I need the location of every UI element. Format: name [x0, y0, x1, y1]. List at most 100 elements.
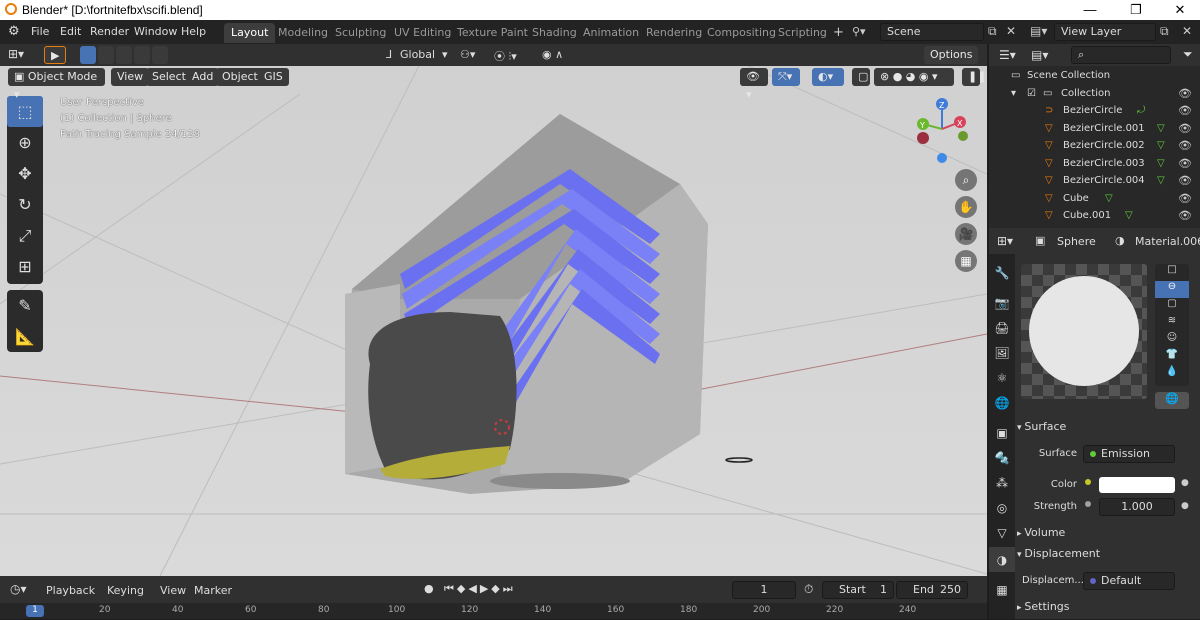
mesh-data-icon[interactable]: ▽ [1157, 123, 1165, 134]
tab-animation[interactable]: Animation [576, 23, 646, 43]
mode-dropdown[interactable]: ▣ Object Mode ▾ [8, 68, 105, 101]
menu-view[interactable]: View [111, 68, 150, 86]
volume-section-header[interactable]: ▸ Volume [1017, 526, 1189, 546]
hair-preview-icon[interactable]: ≋ [1155, 315, 1189, 332]
object-data-tab-icon[interactable]: ▽ [989, 520, 1015, 545]
menu-window[interactable]: Window [134, 25, 177, 38]
outliner-scene-collection[interactable]: ▭ Scene Collection [989, 68, 1200, 86]
snap-icon[interactable]: ⦿ ⫶▾ [494, 48, 517, 64]
new-selection-icon[interactable] [80, 46, 96, 64]
pan-view-icon[interactable]: ✋ [955, 196, 977, 218]
scene-selector-icon[interactable]: ⚲▾ [852, 25, 866, 38]
outliner-item[interactable]: ▽ BezierCircle.004 ▽ 👁 [989, 173, 1200, 191]
filter-icon[interactable]: ⏷ [1183, 47, 1193, 62]
menu-help[interactable]: Help [181, 25, 206, 38]
stopwatch-icon[interactable]: ⏱ [804, 582, 813, 597]
outliner-collection[interactable]: ▾ ☑ ▭ Collection 👁 [989, 86, 1200, 104]
mesh-data-icon[interactable]: ▽ [1157, 158, 1165, 169]
outliner-item[interactable]: ▽ Cube ▽ 👁 [989, 191, 1200, 209]
outliner-item[interactable]: ▽ BezierCircle.001 ▽ 👁 [989, 121, 1200, 139]
measure-tool-icon[interactable]: 📐 [7, 321, 43, 352]
render-tab-icon[interactable]: 📷 [989, 290, 1015, 315]
menu-keying[interactable]: Keying [107, 584, 144, 597]
menu-gis[interactable]: GIS [258, 68, 289, 86]
3d-viewport[interactable]: User Perspective (1) Collection | Sphere… [0, 44, 987, 576]
mesh-data-icon[interactable]: ▽ [1157, 140, 1165, 151]
menu-object[interactable]: Object [216, 68, 264, 86]
outliner-item[interactable]: ⊃ BezierCircle ⤾ 👁 [989, 103, 1200, 121]
select-box-tool-icon[interactable]: ⬚ [7, 96, 43, 127]
overlay-toggle-icon[interactable]: ◐▾ [812, 68, 844, 86]
world-preview-icon[interactable]: 🌐 [1155, 392, 1189, 409]
displacement-dropdown[interactable]: Default [1083, 572, 1175, 590]
displacement-section-header[interactable]: ▾ Displacement [1017, 547, 1189, 567]
eye-icon[interactable]: 👁 [1178, 122, 1192, 135]
invert-selection-icon[interactable] [134, 46, 150, 64]
monkey-preview-icon[interactable]: ☺ [1155, 332, 1189, 349]
menu-view[interactable]: View [160, 584, 186, 597]
blender-menu-icon[interactable]: ⚙ [8, 24, 20, 39]
mesh-data-icon[interactable]: ▽ [1157, 175, 1165, 186]
current-frame-field[interactable]: 1 [732, 581, 796, 599]
eye-icon[interactable]: 👁 [1178, 192, 1192, 205]
texture-tab-icon[interactable]: ▦ [989, 577, 1015, 602]
tab-layout[interactable]: Layout [224, 23, 276, 43]
visibility-icon[interactable]: 👁▾ [740, 68, 768, 101]
shading-modes[interactable]: ⊗ ● ◕ ◉ ▾ [874, 68, 954, 86]
scene-name-field[interactable]: Scene [880, 23, 984, 41]
pivot-point-icon[interactable]: ⚇▾ [460, 48, 475, 61]
gizmo-toggle-icon[interactable]: ⤧▾ [772, 68, 800, 86]
particles-tab-icon[interactable]: ⁂ [989, 470, 1015, 495]
eye-icon[interactable]: 👁 [1178, 139, 1192, 152]
select-mode-icon[interactable]: ▶ [44, 46, 66, 64]
delete-scene-icon[interactable]: ✕ [1006, 24, 1016, 38]
zoom-view-icon[interactable]: ⌕ [955, 169, 977, 191]
curve-data-icon[interactable]: ⤾ [1137, 105, 1145, 116]
keyframe-dot-icon[interactable]: ● [1181, 478, 1189, 488]
pause-render-icon[interactable]: ❚❚ [962, 68, 986, 86]
new-view-layer-icon[interactable]: ⧉ [1160, 24, 1169, 39]
scene-tab-icon[interactable]: ⚛ [989, 365, 1015, 390]
delete-view-layer-icon[interactable]: ✕ [1182, 24, 1192, 38]
material-tab-icon[interactable]: ◑ [989, 547, 1015, 572]
world-tab-icon[interactable]: 🌐 [989, 390, 1015, 415]
menu-add[interactable]: Add [186, 68, 220, 86]
properties-editor-type-icon[interactable]: ⊞▾ [997, 234, 1013, 248]
rotate-tool-icon[interactable]: ↻ [7, 189, 43, 220]
end-frame-field[interactable]: End 250 [896, 581, 968, 599]
mesh-data-icon[interactable]: ▽ [1125, 210, 1133, 221]
tab-sculpting[interactable]: Sculpting [328, 23, 393, 43]
surface-shader-dropdown[interactable]: Emission [1083, 445, 1175, 463]
color-socket-icon[interactable] [1085, 479, 1091, 485]
cursor-tool-icon[interactable]: ⊕ [7, 127, 43, 158]
options-dropdown[interactable]: Options [924, 46, 979, 64]
playback-controls[interactable]: ⏮◆◀▶◆⏭ [444, 582, 516, 596]
add-workspace-button[interactable]: + [826, 23, 851, 43]
outliner-item[interactable]: ▽ BezierCircle.003 ▽ 👁 [989, 156, 1200, 174]
outliner-search-input[interactable]: ⌕ [1071, 46, 1171, 64]
flat-preview-icon[interactable]: □ [1155, 264, 1189, 281]
mesh-data-icon[interactable]: ▽ [1105, 193, 1113, 204]
navigation-gizmo[interactable]: Z Y X [905, 94, 975, 166]
menu-playback[interactable]: Playback [46, 584, 95, 597]
physics-tab-icon[interactable]: ◎ [989, 495, 1015, 520]
tab-modeling[interactable]: Modeling [271, 23, 335, 43]
scale-tool-icon[interactable]: ⤢ [7, 220, 43, 251]
extend-selection-icon[interactable] [98, 46, 114, 64]
new-scene-icon[interactable]: ⧉ [988, 24, 997, 39]
tab-shading[interactable]: Shading [525, 23, 584, 43]
sphere-preview-icon[interactable]: ⊖ [1155, 281, 1189, 298]
menu-render[interactable]: Render [90, 25, 129, 38]
menu-marker[interactable]: Marker [194, 584, 232, 597]
fluid-preview-icon[interactable]: 💧 [1155, 366, 1189, 383]
editor-type-icon[interactable]: ⊞▾ [8, 47, 24, 61]
object-tab-icon[interactable]: ▣ [989, 420, 1015, 445]
camera-view-icon[interactable]: 🎥 [955, 223, 977, 245]
tab-scripting[interactable]: Scripting [771, 23, 834, 43]
outliner-item[interactable]: ▽ BezierCircle.002 ▽ 👁 [989, 138, 1200, 156]
view-layer-field[interactable]: View Layer [1054, 23, 1156, 41]
minimize-button[interactable]: — [1068, 0, 1112, 20]
timeline-ruler[interactable]: 1 20 40 60 80 100 120 140 160 180 200 22… [0, 603, 987, 619]
surface-section-header[interactable]: ▾ Surface [1017, 420, 1189, 440]
annotate-tool-icon[interactable]: ✎ [7, 290, 43, 321]
